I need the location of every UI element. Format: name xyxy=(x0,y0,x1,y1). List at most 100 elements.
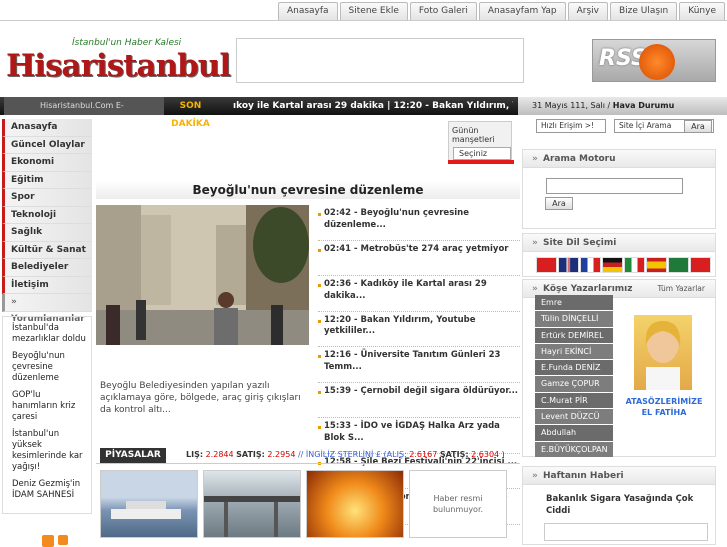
menu-item-0[interactable]: Anasayfa xyxy=(2,119,92,137)
main-headline[interactable]: Beyoğlu'nun çevresine düzenleme xyxy=(96,181,520,199)
side-news-item[interactable]: İstanbul'da mezarlıklar doldu xyxy=(12,323,87,345)
side-news-list: İstanbul'da mezarlıklar doldu Beyoğlu'nun… xyxy=(2,316,92,514)
markets-label: PİYASALAR xyxy=(100,448,166,463)
quick-tools: Hızlı Erişim >! Site İçi Arama Ara xyxy=(536,119,716,135)
language-panel: Site Dil Seçimi xyxy=(522,233,716,277)
search-engine-panel: Arama Motoru Ara xyxy=(522,149,716,229)
thumbnail-3[interactable]: Aluhan'daki yangın xyxy=(306,470,404,538)
flag-english-icon[interactable] xyxy=(558,257,579,273)
columnist-item[interactable]: Tülin DİNÇELLİ xyxy=(535,311,613,327)
news-list-item[interactable]: 02:36 - Kadıköy ile Kartal arası 29 daki… xyxy=(318,276,520,312)
menu-item-1[interactable]: Güncel Olaylar xyxy=(2,136,92,154)
side-news-item[interactable]: Deniz Gezmiş'in İDAM SAHNESİ xyxy=(12,479,87,501)
featured-columnist[interactable]: ATASÖZLERİMİZE EL FATİHA xyxy=(622,396,706,418)
red-accent-bar xyxy=(448,160,514,164)
menu-item-10[interactable]: » Yorumlananlar xyxy=(2,294,92,324)
rss-icon xyxy=(639,44,675,80)
ticker-source: Hisaristanbul.Com E- xyxy=(4,97,164,115)
week-news-panel: Haftanın Haberi Bakanlık Sigara Yasağınd… xyxy=(522,466,716,545)
breaking-news-label: SON DAKİKA xyxy=(171,101,210,129)
news-list-item[interactable]: 02:41 - Metrobüs'te 274 araç yetmiyor xyxy=(318,241,520,276)
menu-item-9[interactable]: İletişim xyxy=(2,276,92,294)
news-thumbnails: Yaşam deniz'e... Yeni Galata Köprüsü Alu… xyxy=(100,470,520,540)
rss-small-icon-2[interactable] xyxy=(58,535,68,545)
menu-item-5[interactable]: Teknoloji xyxy=(2,206,92,224)
side-news-item[interactable]: GOP'lu hanımların kriz çaresi xyxy=(12,390,87,423)
footer-rss-icons xyxy=(42,535,72,547)
top-nav-6[interactable]: Künye xyxy=(679,2,725,20)
thumbnail-2[interactable]: Yeni Galata Köprüsü xyxy=(203,470,301,538)
menu-item-4[interactable]: Spor xyxy=(2,189,92,207)
thumbnail-4[interactable]: Haber resmi bulunmuyor. Bakanlık Sigara xyxy=(409,470,507,538)
top-navigation: Anasayfa Sitene Ekle Foto Galeri Anasayfam … xyxy=(277,2,725,20)
flag-spanish-icon[interactable] xyxy=(646,257,667,273)
top-nav-5[interactable]: Bize Ulaşın xyxy=(609,2,678,20)
menu-item-3[interactable]: Eğitim xyxy=(2,171,92,189)
columnist-list: Emre Tülin DİNÇELLİ Ertürk DEMİREL Hayri EK… xyxy=(535,295,613,458)
side-news-item[interactable]: Beyoğlu'nun çevresine düzenleme xyxy=(12,351,87,384)
markets-bar: PİYASALAR LIŞ: 2.2844 SATIŞ: 2.2954 // İ… xyxy=(96,448,520,464)
flag-italian-icon[interactable] xyxy=(624,257,645,273)
top-nav-1[interactable]: Sitene Ekle xyxy=(339,2,408,20)
week-news-box xyxy=(544,523,708,541)
columnist-item[interactable]: Emre xyxy=(535,295,613,311)
flag-chinese-icon[interactable] xyxy=(690,257,711,273)
daily-headlines-select[interactable]: Seçiniz xyxy=(453,147,511,160)
side-news-item[interactable]: İstanbul'un yüksek kesimlerinde kar yağı… xyxy=(12,429,87,473)
week-news-title: Haftanın Haberi xyxy=(523,467,715,485)
site-search-button[interactable]: Ara xyxy=(684,120,712,133)
menu-item-7[interactable]: Kültür & Sanat xyxy=(2,241,92,259)
news-list-item[interactable]: 12:20 - Bakan Yıldırım, Youtube yetkilil… xyxy=(318,312,520,347)
site-name: Hisaristanbul xyxy=(6,48,231,84)
bridge-photo xyxy=(204,496,300,537)
columnist-portrait xyxy=(645,321,681,390)
rss-small-icon[interactable] xyxy=(42,535,54,547)
week-news-text[interactable]: Bakanlık Sigara Yasağında Çok Ciddi xyxy=(546,493,708,517)
columnist-photo[interactable] xyxy=(634,315,692,390)
weather-link[interactable]: Hava Durumu xyxy=(613,101,675,110)
header-banner xyxy=(236,38,524,83)
top-nav-3[interactable]: Anasayfam Yap xyxy=(478,2,566,20)
top-nav-4[interactable]: Arşiv xyxy=(567,2,608,20)
main-news-summary: Beyoğlu Belediyesinden yapılan yazılı aç… xyxy=(100,381,301,415)
ship-photo xyxy=(111,501,181,519)
columnist-item[interactable]: E.Funda DENİZ xyxy=(535,360,613,376)
site-logo[interactable]: İstanbul'un Haber Kalesi Hisaristanbul xyxy=(4,36,232,86)
menu-item-8[interactable]: Belediyeler xyxy=(2,259,92,277)
columnist-item[interactable]: Abdullah xyxy=(535,425,613,441)
columnist-item[interactable]: Ertürk DEMİREL xyxy=(535,327,613,343)
main-news-image[interactable] xyxy=(96,205,309,345)
flag-german-icon[interactable] xyxy=(602,257,623,273)
category-menu: Anasayfa Güncel Olaylar Ekonomi Eğitim Spor T… xyxy=(2,119,92,324)
columnist-item[interactable]: Levent DÜZCÜ xyxy=(535,409,613,425)
daily-headlines-box: Günün manşetleri Seçiniz xyxy=(448,121,514,164)
news-list-item[interactable]: 12:16 - Üniversite Tanıtım Günleri 23 Te… xyxy=(318,347,520,383)
flag-arabic-icon[interactable] xyxy=(668,257,689,273)
menu-item-2[interactable]: Ekonomi xyxy=(2,154,92,172)
date-weather-bar: 31 Mayıs 111, Salı / Hava Durumu xyxy=(518,97,727,115)
news-list-item[interactable]: 02:42 - Beyoğlu'nun çevresine düzenleme.… xyxy=(318,205,520,241)
breaking-news-ticker[interactable]: ıkoy ile Kartal arası 29 dakika | 12:20 … xyxy=(233,97,513,115)
markets-values: LIŞ: 2.2844 SATIŞ: 2.2954 // İNGİLİZ STE… xyxy=(186,450,505,459)
columnist-item[interactable]: E.BÜYÜKÇOLPAN xyxy=(535,441,613,457)
all-columnists-link[interactable]: Tüm Yazarlar xyxy=(657,284,705,293)
thumbnail-1[interactable]: Yaşam deniz'e... xyxy=(100,470,198,538)
columnist-item[interactable]: Hayri EKİNCİ xyxy=(535,343,613,360)
rss-banner[interactable]: RSS xyxy=(592,39,716,82)
search-engine-title: Arama Motoru xyxy=(523,150,715,168)
flag-turkish-icon[interactable] xyxy=(536,257,557,273)
search-engine-input[interactable] xyxy=(546,178,683,194)
current-date: 31 Mayıs 111, Salı / xyxy=(532,101,611,110)
columnist-item[interactable]: Gamze ÇOPUR xyxy=(535,376,613,392)
search-engine-button[interactable]: Ara xyxy=(545,197,573,210)
news-list-item[interactable]: 15:39 - Çernobil değil sigara öldürüyor.… xyxy=(318,383,520,418)
daily-headlines-title: Günün manşetleri xyxy=(452,126,495,144)
columnist-item[interactable]: C.Murat PİR xyxy=(535,392,613,409)
top-nav-0[interactable]: Anasayfa xyxy=(277,2,338,20)
flag-french-icon[interactable] xyxy=(580,257,601,273)
top-nav-2[interactable]: Foto Galeri xyxy=(409,2,477,20)
menu-item-6[interactable]: Sağlık xyxy=(2,224,92,242)
quick-access-select[interactable]: Hızlı Erişim >! xyxy=(536,119,606,133)
language-flags xyxy=(536,257,716,275)
street-photo xyxy=(96,205,309,345)
